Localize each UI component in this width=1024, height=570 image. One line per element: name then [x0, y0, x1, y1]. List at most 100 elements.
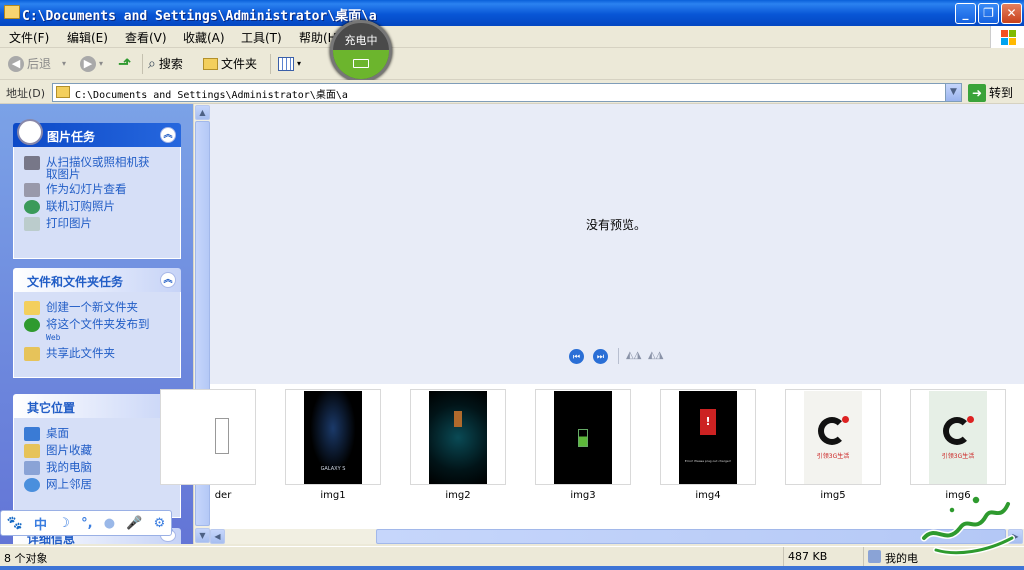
taskbar-edge: [0, 566, 1024, 570]
next-image-icon[interactable]: ⏭: [593, 349, 608, 364]
address-bar: 地址(D) C:\Documents and Settings\Administ…: [0, 80, 1024, 104]
menu-view[interactable]: 查看(V): [125, 29, 167, 46]
paw-icon[interactable]: 🐾: [7, 516, 23, 531]
user-icon[interactable]: ●: [104, 516, 115, 531]
ime-mode-label[interactable]: 中: [34, 514, 47, 533]
views-dropdown-icon: ▾: [297, 59, 302, 68]
charger-error-image: ! Error! Please plug out charger!: [679, 391, 737, 484]
image-caption: Error! Please plug out charger!: [684, 459, 732, 463]
thumbnail-img3[interactable]: [535, 389, 631, 485]
place-my-pictures[interactable]: 图片收藏: [24, 444, 180, 458]
address-label: 地址(D): [6, 87, 46, 100]
microphone-icon[interactable]: 🎤: [126, 516, 142, 531]
picture-tasks-header[interactable]: 图片任务 ︽: [13, 119, 181, 147]
3g-logo-image: 引领3G生活: [804, 391, 862, 484]
thumbnail-img6[interactable]: 引领3G生活: [910, 389, 1006, 485]
publish-label: 将这个文件夹发布到: [46, 317, 150, 331]
status-location-label: 我的电: [885, 552, 918, 565]
menu-favorites[interactable]: 收藏(A): [183, 29, 225, 46]
collapse-chevron-icon[interactable]: ︽: [160, 127, 176, 143]
punctuation-icon[interactable]: °,: [81, 516, 92, 531]
menu-bar: 文件(F) 编辑(E) 查看(V) 收藏(A) 工具(T) 帮助(H): [0, 26, 1024, 48]
task-get-pictures[interactable]: 从扫描仪或照相机获取图片: [24, 156, 180, 180]
network-icon: [24, 478, 40, 492]
minimize-button[interactable]: _: [955, 3, 976, 24]
task-slideshow[interactable]: 作为幻灯片查看: [24, 183, 180, 197]
up-folder-button[interactable]: ⬏: [118, 54, 131, 74]
ime-toolbar[interactable]: 🐾 中 ☽ °, ● 🎤 ⚙: [0, 510, 172, 536]
views-button[interactable]: ▾: [278, 54, 301, 74]
forward-dropdown-icon[interactable]: ▾: [99, 54, 103, 74]
search-button[interactable]: ⌕ 搜索: [148, 54, 183, 74]
place-my-computer[interactable]: 我的电脑: [24, 461, 180, 475]
thumbnail-img1[interactable]: GALAXY S: [285, 389, 381, 485]
place-desktop[interactable]: 桌面: [24, 427, 180, 441]
menu-file[interactable]: 文件(F): [9, 29, 49, 46]
desktop-icon: [24, 427, 40, 441]
my-computer-icon: [868, 550, 881, 563]
printer-icon: [24, 217, 40, 231]
back-button[interactable]: ◀ 后退 ▾: [8, 54, 66, 74]
scroll-thumb[interactable]: [376, 529, 1006, 544]
scroll-left-icon[interactable]: ◀: [210, 529, 225, 544]
address-dropdown-icon[interactable]: ▼: [945, 84, 961, 101]
other-places-header[interactable]: 其它位置 ︽: [13, 394, 181, 418]
thumbnail-img4[interactable]: ! Error! Please plug out charger!: [660, 389, 756, 485]
forward-button[interactable]: ▶ ▾: [80, 54, 103, 74]
back-label: 后退: [27, 57, 52, 71]
task-publish-web[interactable]: 将这个文件夹发布到 Web: [24, 318, 180, 344]
go-arrow-icon: ➜: [968, 83, 986, 102]
thumbnail-label: der: [214, 490, 232, 501]
toolbar-separator: [142, 54, 143, 74]
previous-image-icon[interactable]: ⏮: [569, 349, 584, 364]
collapse-chevron-icon[interactable]: ︽: [160, 272, 176, 288]
close-button[interactable]: ✕: [1001, 3, 1022, 24]
my-pictures-icon: [24, 444, 40, 458]
picture-tasks-icon: [17, 119, 43, 145]
thumbnail-img5[interactable]: 引领3G生活: [785, 389, 881, 485]
moon-icon[interactable]: ☽: [58, 516, 70, 531]
thumbnail-der[interactable]: [160, 389, 256, 485]
task-order-prints[interactable]: 联机订购照片: [24, 200, 180, 214]
filmstrip-scrollbar[interactable]: ◀ ▶: [210, 529, 1024, 544]
task-label: 作为幻灯片查看: [46, 182, 127, 196]
task-label: 将这个文件夹发布到 Web: [46, 318, 150, 344]
title-bar[interactable]: C:\Documents and Settings\Administrator\…: [0, 0, 1024, 26]
file-tasks-header[interactable]: 文件和文件夹任务 ︽: [13, 268, 181, 292]
task-share-folder[interactable]: 共享此文件夹: [24, 347, 180, 361]
preview-pane: 没有预览。 ⏮ ⏭ ◭◮ ◭◮: [210, 104, 1024, 384]
gear-icon[interactable]: ⚙: [154, 516, 166, 531]
3g-logo-image: 引领3G生活: [929, 391, 987, 484]
scroll-down-icon[interactable]: ▼: [195, 528, 210, 543]
rotate-counterclockwise-icon[interactable]: ◭◮: [648, 350, 663, 361]
address-value: C:\Documents and Settings\Administrator\…: [75, 90, 348, 101]
file-tasks-title: 文件和文件夹任务: [27, 275, 124, 289]
rotate-clockwise-icon[interactable]: ◭◮: [626, 350, 641, 361]
other-places-body: 桌面 图片收藏 我的电脑 网上邻居: [13, 418, 181, 518]
publish-web-icon: [24, 318, 40, 332]
scroll-up-icon[interactable]: ▲: [195, 105, 210, 120]
task-new-folder[interactable]: 创建一个新文件夹: [24, 301, 180, 315]
share-folder-icon: [24, 347, 40, 361]
search-icon: ⌕: [148, 56, 156, 72]
folder-icon: [56, 86, 70, 98]
picture-tasks-title: 图片任务: [47, 130, 96, 144]
folders-button[interactable]: 文件夹: [203, 54, 257, 74]
maximize-button[interactable]: ❐: [978, 3, 999, 24]
thumbnail-img2[interactable]: [410, 389, 506, 485]
slideshow-icon: [24, 183, 40, 197]
window-title: C:\Documents and Settings\Administrator\…: [22, 9, 377, 24]
go-button[interactable]: ➜ 转到: [968, 83, 1013, 102]
picture-tasks-panel: 图片任务 ︽ 从扫描仪或照相机获取图片 作为幻灯片查看 联机订购照片 打印图片: [13, 119, 181, 259]
menu-tools[interactable]: 工具(T): [241, 29, 282, 46]
place-network[interactable]: 网上邻居: [24, 478, 180, 492]
status-size: 487 KB: [783, 547, 863, 567]
menu-edit[interactable]: 编辑(E): [67, 29, 108, 46]
address-input[interactable]: C:\Documents and Settings\Administrator\…: [52, 83, 962, 102]
publish-sub-label: Web: [46, 333, 61, 342]
toolbar-separator: [270, 54, 271, 74]
task-print-pictures[interactable]: 打印图片: [24, 217, 180, 231]
folders-icon: [203, 58, 218, 70]
place-label: 桌面: [46, 426, 69, 440]
back-dropdown-icon[interactable]: ▾: [62, 54, 66, 74]
